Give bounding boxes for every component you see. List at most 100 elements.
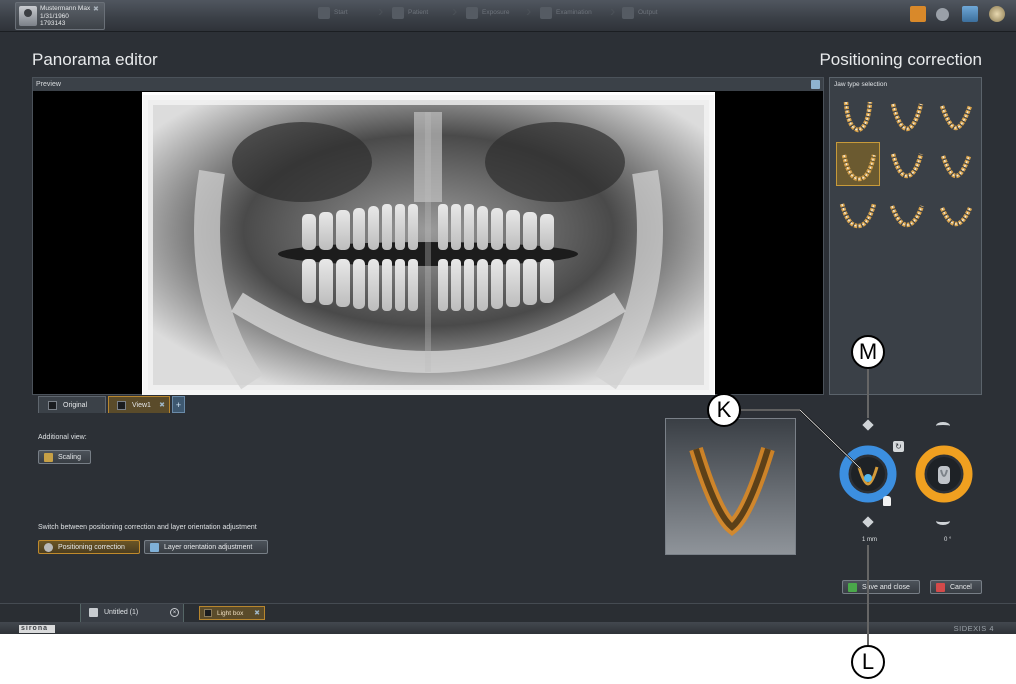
start-icon [318,7,330,19]
tab-label: Original [63,402,88,409]
layer-orientation-button[interactable]: Layer orientation adjustment [144,540,268,554]
tab-untitled[interactable]: Untitled (1) × [80,604,184,622]
tooth-icon [44,543,53,552]
expand-icon[interactable] [811,80,820,89]
image-icon [48,401,57,410]
tab-view1[interactable]: View1 ✖ [108,396,170,413]
tab-label: Untitled (1) [104,609,139,616]
patient-icon [392,7,404,19]
top-bar: Mustermann Max 1/31/1960 1793143 ✖ Start… [0,0,1016,32]
rotate-down-icon[interactable] [936,517,950,525]
wizard-step-label: Patient [408,9,429,16]
page-title: Panorama editor [32,50,158,69]
check-icon [848,583,857,592]
jaw-type-option[interactable] [836,190,880,234]
avatar [19,6,37,26]
rotation-unit: ° [949,537,952,543]
jaw-type-option[interactable] [934,190,978,234]
focal-curve-preview [665,418,796,555]
chevron-right-icon: › [526,3,532,20]
reset-icon[interactable]: ↻ [893,441,904,452]
jaw-arch-icon [889,205,925,228]
jaw-type-option[interactable] [885,190,929,234]
position-number: 1 [862,537,866,543]
patient-info: Mustermann Max 1/31/1960 1793143 [40,5,90,28]
position-value: 1 mm [862,537,877,543]
app-window: Mustermann Max 1/31/1960 1793143 ✖ Start… [0,0,1016,634]
close-tab-icon[interactable]: × [170,608,179,617]
panoramic-xray-image[interactable] [142,92,715,395]
tab-light-box[interactable]: Light box ✖ [199,606,265,620]
position-down-icon[interactable] [862,516,874,528]
hand-cursor-icon [883,496,891,506]
jaw-type-option[interactable] [885,94,929,138]
monitor-icon[interactable] [962,6,978,22]
button-label: Save and close [862,584,910,591]
close-icon[interactable]: ✖ [159,397,165,414]
switch-label: Switch between positioning correction an… [38,524,257,531]
jaw-type-option[interactable] [934,94,978,138]
button-label: Positioning correction [58,544,125,551]
cross-icon [936,583,945,592]
jaw-type-option[interactable] [934,142,978,186]
close-patient-icon[interactable]: ✖ [93,6,100,13]
preview-header: Preview [33,78,823,91]
add-view-icon[interactable]: + [172,396,185,413]
position-unit: mm [867,537,878,543]
cancel-button[interactable]: Cancel [930,580,982,594]
tab-label: View1 [132,402,151,409]
focal-curve-drawing [689,446,775,537]
close-icon[interactable]: ✖ [254,607,260,620]
rotation-dial[interactable] [912,440,976,504]
panel-title: Positioning correction [819,50,982,69]
jaw-type-option[interactable] [836,94,880,138]
gear-icon[interactable] [936,8,949,21]
wizard-step-patient[interactable]: Patient › [392,3,462,23]
rotation-number: 0 [944,537,948,543]
ruler-icon [44,453,53,462]
preview-pane: Preview [32,77,824,395]
patient-id: 1793143 [40,20,66,27]
exposure-icon [466,7,478,19]
jaw-arch-icon [843,101,873,133]
jaw-type-option[interactable] [885,142,929,186]
lightbox-icon [204,609,212,617]
wizard-step-label: Examination [556,9,592,16]
xray-drawing [143,95,714,395]
user-globe-icon[interactable] [989,6,1005,22]
document-tabs-bar: Untitled (1) × Light box ✖ [0,603,1016,622]
tab-original[interactable]: Original [38,396,106,413]
jaw-type-option[interactable] [836,142,880,186]
callout-k: K [707,393,741,427]
save-and-close-button[interactable]: Save and close [842,580,920,594]
scaling-button[interactable]: Scaling [38,450,91,464]
wizard-step-exposure[interactable]: Exposure › [466,3,536,23]
callout-m: M [851,335,885,369]
patient-card[interactable]: Mustermann Max 1/31/1960 1793143 ✖ [15,2,105,30]
rotate-up-icon[interactable] [936,422,950,430]
positioning-correction-button[interactable]: Positioning correction [38,540,140,554]
additional-view-label: Additional view: [38,434,87,441]
jaw-arch-icon [939,105,973,131]
position-up-icon[interactable] [862,419,874,431]
jaw-arch-icon [839,203,877,229]
jaw-arch-icon [841,154,877,182]
preview-label: Preview [36,81,61,88]
tab-label: Light box [217,610,244,617]
book-icon[interactable] [910,6,926,22]
wizard-step-label: Output [638,9,658,16]
callout-l: L [851,645,885,679]
floppy-icon [89,608,98,617]
wizard-step-label: Exposure [482,9,510,16]
wizard-step-start[interactable]: Start › [318,3,388,23]
button-label: Scaling [58,454,81,461]
wizard-step-examination[interactable]: Examination › [540,3,620,23]
chevron-right-icon: › [452,3,458,20]
examination-icon [540,7,552,19]
brand-logo: sirona [19,625,55,633]
wizard-step-output[interactable]: Output [622,3,692,23]
patient-name: Mustermann Max [40,5,91,12]
image-icon [117,401,126,410]
wizard-step-label: Start [334,9,348,16]
jaw-panel-title: Jaw type selection [834,81,888,88]
